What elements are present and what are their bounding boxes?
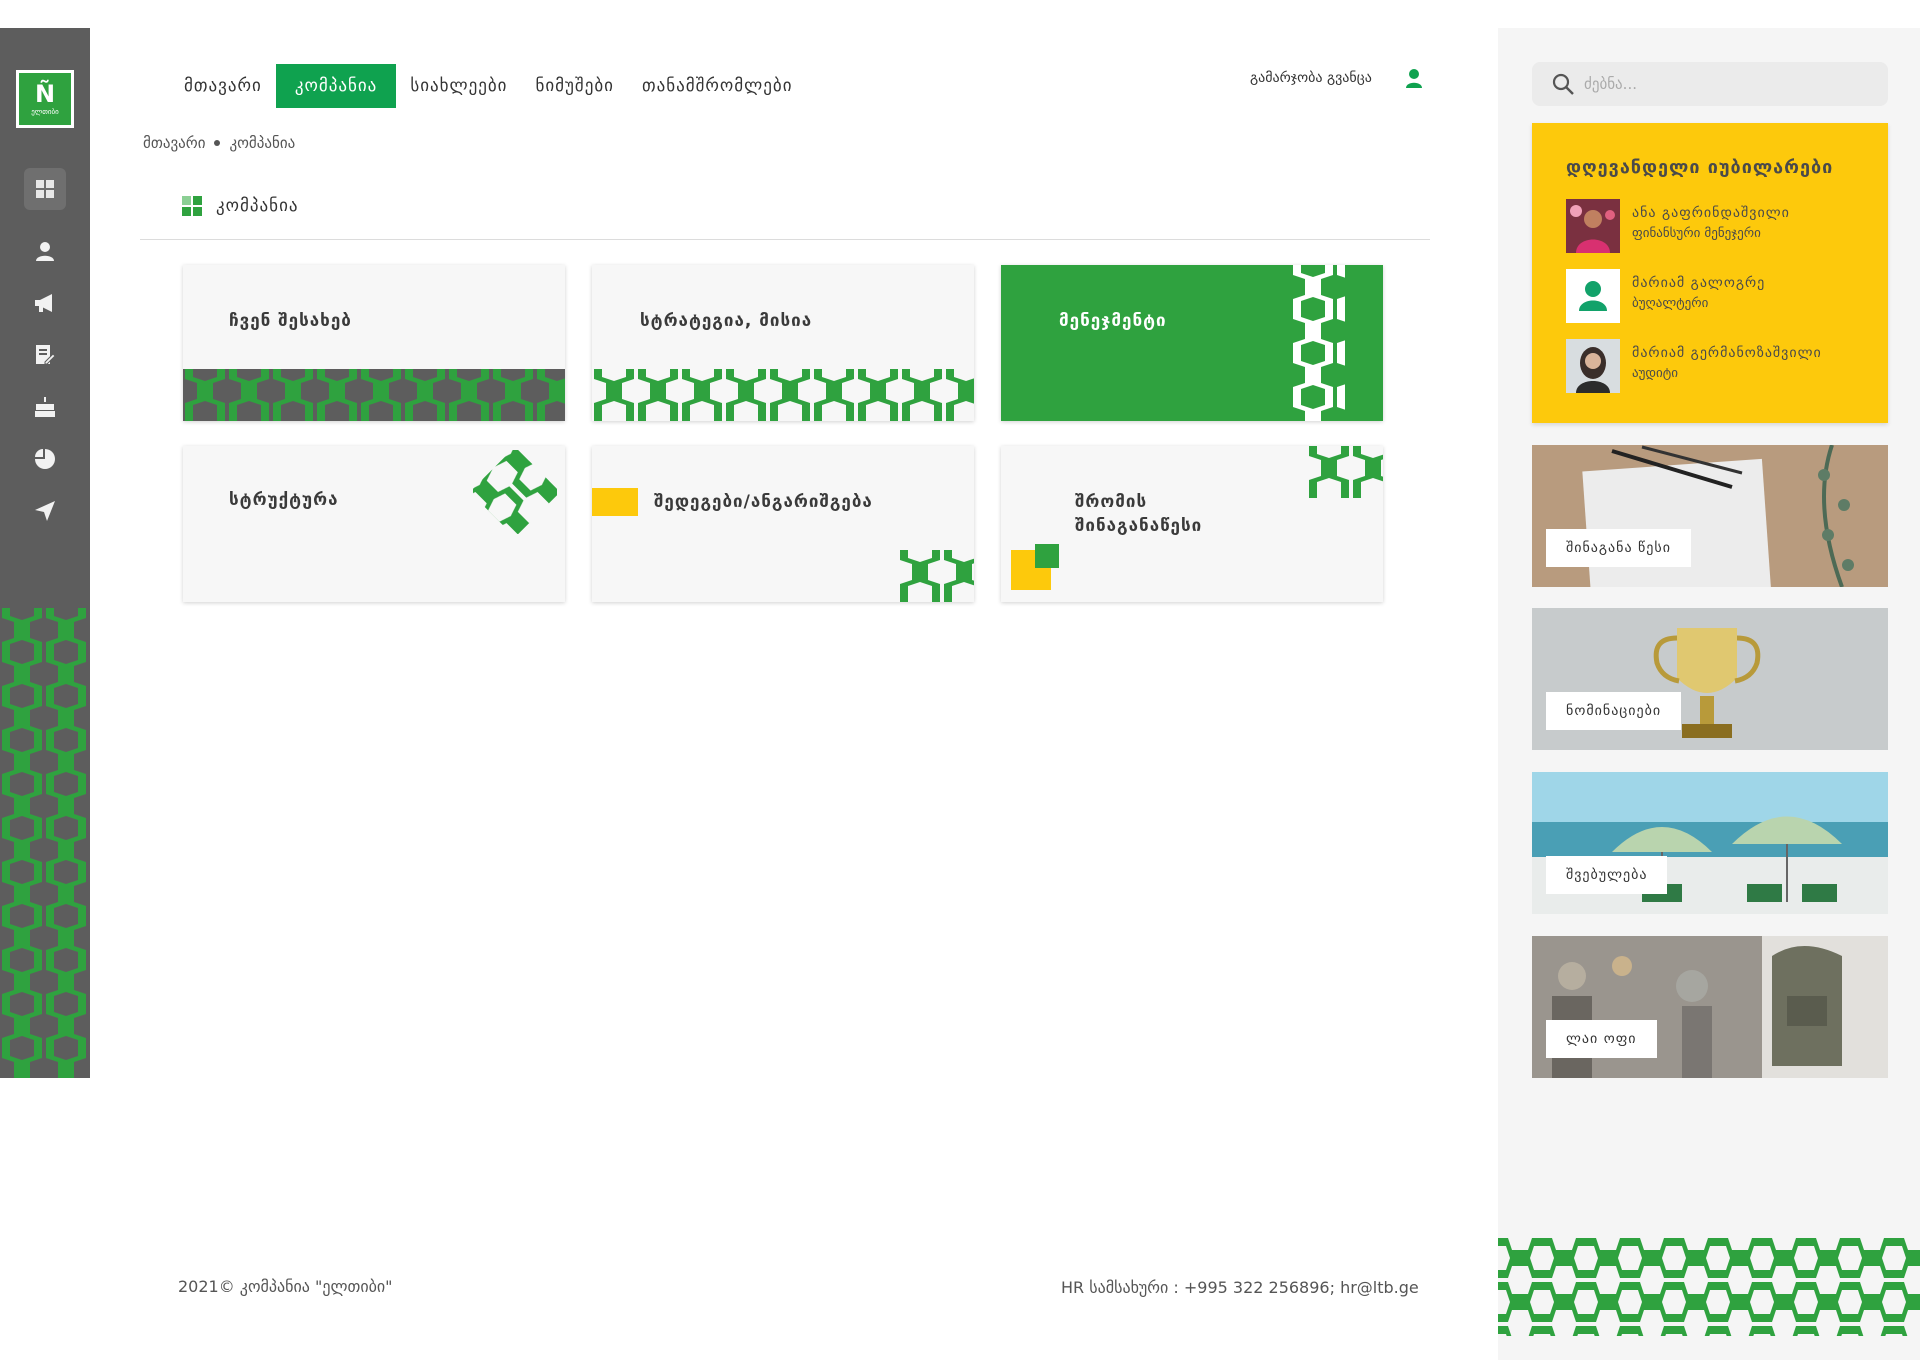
image-card-internal-rules[interactable]: შინაგანა წესი bbox=[1532, 445, 1888, 587]
user-icon[interactable] bbox=[24, 230, 66, 272]
page-title-text: კომპანია bbox=[216, 196, 299, 216]
logo-text: ელთიბი bbox=[31, 108, 59, 116]
nav-item-company[interactable]: კომპანია bbox=[275, 64, 397, 108]
left-sidebar: Ñ ელთიბი bbox=[0, 28, 90, 1078]
card-results-reporting[interactable]: შედეგები/ანგარიშგება bbox=[592, 446, 974, 602]
nav-item-employees[interactable]: თანამშრომლები bbox=[628, 64, 807, 108]
image-card-vacation[interactable]: შვებულება bbox=[1532, 772, 1888, 914]
grid-icon bbox=[182, 196, 202, 216]
avatar bbox=[1566, 199, 1620, 253]
birthday-title: დღევანდელი იუბილარები bbox=[1566, 157, 1834, 178]
card-pattern bbox=[183, 369, 565, 421]
person-name: ანა გაფრინდაშვილი bbox=[1632, 205, 1790, 221]
birthday-panel: დღევანდელი იუბილარები ანა გაფრინდაშვილი … bbox=[1532, 123, 1888, 423]
image-card-label: შვებულება bbox=[1546, 856, 1668, 894]
card-pattern bbox=[898, 550, 974, 602]
footer-pattern bbox=[1498, 1236, 1920, 1336]
card-pattern bbox=[1291, 265, 1345, 421]
image-card-label: შინაგანა წესი bbox=[1546, 529, 1691, 567]
card-pattern bbox=[1307, 446, 1383, 498]
image-card-day-off[interactable]: ლაი ოფი bbox=[1532, 936, 1888, 1078]
megaphone-icon[interactable] bbox=[24, 282, 66, 324]
nav-item-samples[interactable]: ნიმუშები bbox=[521, 64, 627, 108]
user-greeting[interactable]: გამარჯობა გვანცა bbox=[1250, 70, 1372, 86]
card-work-regulations[interactable]: შრომის შინაგანაწესი bbox=[1001, 446, 1383, 602]
card-label: სტრატეგია, მისია bbox=[640, 311, 813, 331]
birthday-person[interactable]: მარიამ გალოგრე ბუღალტერი bbox=[1566, 269, 1866, 325]
send-icon[interactable] bbox=[24, 490, 66, 532]
card-label: სტრუქტურა bbox=[229, 490, 339, 510]
sidebar-pattern bbox=[0, 608, 90, 1078]
card-label: ჩვენ შესახებ bbox=[229, 311, 352, 331]
search-icon[interactable] bbox=[1552, 73, 1574, 95]
nav-item-news[interactable]: სიახლეები bbox=[396, 64, 521, 108]
person-name: მარიამ გერმანოზაშვილი bbox=[1632, 345, 1822, 361]
profile-icon[interactable] bbox=[1405, 68, 1423, 88]
nav-item-home[interactable]: მთავარი bbox=[170, 64, 276, 108]
avatar-placeholder-icon bbox=[1566, 269, 1620, 323]
page-title: კომპანია bbox=[182, 196, 299, 216]
search-input[interactable] bbox=[1584, 75, 1864, 93]
right-panel: დღევანდელი იუბილარები ანა გაფრინდაშვილი … bbox=[1498, 28, 1920, 1360]
person-role: ბუღალტერი bbox=[1632, 296, 1709, 311]
dashboard-icon[interactable] bbox=[24, 168, 66, 210]
card-label: შრომის შინაგანაწესი bbox=[1075, 492, 1203, 536]
company-logo[interactable]: Ñ ელთიბი bbox=[16, 70, 74, 128]
image-card-label: ნომინაციები bbox=[1546, 692, 1682, 730]
card-structure[interactable]: სტრუქტურა bbox=[183, 446, 565, 602]
title-divider bbox=[140, 239, 1430, 240]
cake-icon[interactable] bbox=[24, 386, 66, 428]
image-card-label: ლაი ოფი bbox=[1546, 1020, 1657, 1058]
search-box bbox=[1532, 62, 1888, 106]
pie-chart-icon[interactable] bbox=[24, 438, 66, 480]
green-square bbox=[1035, 544, 1059, 568]
person-name: მარიამ გალოგრე bbox=[1632, 275, 1766, 291]
footer-copyright: 2021© კომპანია "ელთიბი" bbox=[178, 1277, 393, 1296]
birthday-person[interactable]: მარიამ გერმანოზაშვილი აუდიტი bbox=[1566, 339, 1866, 395]
card-strategy-mission[interactable]: სტრატეგია, მისია bbox=[592, 265, 974, 421]
breadcrumb: მთავარი კომპანია bbox=[143, 134, 295, 152]
logo-mark: Ñ bbox=[34, 80, 56, 108]
avatar bbox=[1566, 339, 1620, 393]
card-pattern bbox=[592, 369, 974, 421]
card-label: შედეგები/ანგარიშგება bbox=[654, 492, 873, 512]
card-label: მენეჯმენტი bbox=[1059, 311, 1167, 331]
document-edit-icon[interactable] bbox=[24, 334, 66, 376]
birthday-person[interactable]: ანა გაფრინდაშვილი ფინანსური მენეჯერი bbox=[1566, 199, 1866, 255]
yellow-accent bbox=[592, 488, 638, 516]
image-card-nominations[interactable]: ნომინაციები bbox=[1532, 608, 1888, 750]
breadcrumb-current: კომპანია bbox=[229, 134, 296, 152]
person-role: აუდიტი bbox=[1632, 366, 1678, 381]
card-management[interactable]: მენეჯმენტი bbox=[1001, 265, 1383, 421]
breadcrumb-separator bbox=[214, 140, 221, 146]
main-navigation: მთავარი კომპანია სიახლეები ნიმუშები თანა… bbox=[170, 64, 807, 108]
footer-contact: HR სამსახური : +995 322 256896; hr@ltb.g… bbox=[1061, 1278, 1419, 1297]
card-about-us[interactable]: ჩვენ შესახებ bbox=[183, 265, 565, 421]
person-role: ფინანსური მენეჯერი bbox=[1632, 226, 1761, 241]
breadcrumb-home[interactable]: მთავარი bbox=[143, 134, 205, 152]
card-pattern bbox=[473, 450, 557, 534]
